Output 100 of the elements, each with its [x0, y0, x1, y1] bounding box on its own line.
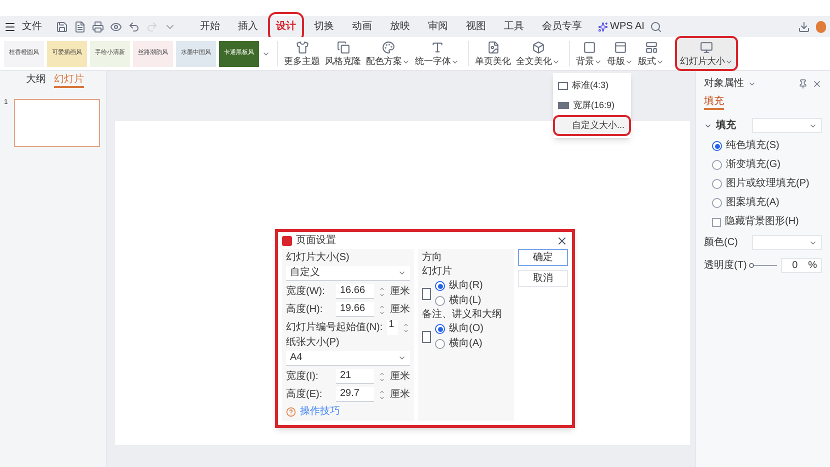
radio-button[interactable]: [712, 198, 722, 208]
panel-tab[interactable]: 填充: [704, 97, 724, 110]
unit-label: 厘米: [390, 372, 410, 382]
ribbon-tab[interactable]: 会员专享: [536, 18, 588, 36]
field-label: 透明度(T): [704, 260, 747, 270]
close-icon[interactable]: [812, 79, 822, 89]
shirt-icon: [296, 41, 308, 54]
avatar[interactable]: [816, 20, 826, 32]
number-field[interactable]: 29.7: [336, 387, 374, 402]
menu-item[interactable]: 标准(4:3): [555, 77, 629, 94]
number-field[interactable]: 1: [386, 320, 398, 335]
file-menu[interactable]: 文件: [22, 22, 42, 32]
download-icon[interactable]: [798, 20, 810, 32]
ribbon-button[interactable]: 版式: [636, 41, 666, 66]
undo-icon[interactable]: [128, 20, 140, 32]
ok-button[interactable]: 确定: [518, 249, 568, 266]
section-label: 方向: [422, 253, 443, 263]
page-icon: [486, 41, 500, 54]
radio-button[interactable]: [712, 179, 722, 189]
ribbon-button[interactable]: 全文美化: [514, 41, 562, 66]
radio-button[interactable]: [435, 296, 445, 306]
close-icon[interactable]: [556, 234, 568, 246]
pin-icon[interactable]: [798, 79, 808, 89]
slide-size-button[interactable]: 幻灯片大小: [677, 38, 736, 69]
radio-label: 渐变填充(G): [726, 160, 780, 170]
paper-size-select[interactable]: A4: [286, 351, 410, 366]
number-field[interactable]: 16.66: [336, 284, 374, 299]
spinner-icon[interactable]: [378, 304, 386, 316]
field-label: 宽度(I):: [286, 372, 320, 382]
section-label: 纸张大小(P): [286, 338, 340, 348]
save-icon[interactable]: [56, 20, 68, 32]
menu-item-label: 宽屏(16:9): [573, 101, 615, 110]
ribbon-tab[interactable]: 开始: [194, 18, 226, 36]
radio-button[interactable]: [435, 324, 445, 334]
dialog-title: 页面设置: [296, 236, 337, 246]
document-icon[interactable]: [74, 20, 86, 32]
ribbon-button[interactable]: 统一字体: [413, 41, 461, 66]
app-logo-icon: [282, 236, 292, 246]
menu-item-label: 自定义大小...: [572, 121, 625, 130]
number-field[interactable]: 19.66: [336, 302, 374, 317]
menu-item[interactable]: 自定义大小...: [555, 117, 629, 134]
group-label: 备注、讲义和大纲: [422, 310, 503, 320]
tips-link[interactable]: 操作技巧: [300, 407, 340, 417]
ribbon-tab[interactable]: 插入: [232, 18, 264, 36]
ribbon-button[interactable]: 单页美化: [473, 41, 513, 66]
ai-tab[interactable]: WPS AI: [598, 22, 644, 32]
ribbon-button[interactable]: 背景: [574, 41, 604, 66]
radio-label: 纵向(O): [449, 324, 484, 334]
sparkle-icon: [598, 22, 608, 32]
ribbon-button[interactable]: 更多主题: [282, 41, 322, 66]
spinner-icon[interactable]: [402, 322, 410, 334]
ribbon-tab[interactable]: 设计: [270, 14, 302, 40]
ribbon-tab[interactable]: 动画: [346, 18, 378, 36]
ribbon-tab[interactable]: 工具: [498, 18, 530, 36]
group-label: 幻灯片: [422, 267, 453, 277]
ribbon-tab[interactable]: 切换: [308, 18, 340, 36]
radio-label: 横向(L): [449, 296, 482, 306]
spinner-icon[interactable]: [378, 286, 386, 298]
slider-thumb[interactable]: [748, 263, 754, 268]
radio-button[interactable]: [712, 141, 722, 151]
radio-button[interactable]: [712, 160, 722, 170]
copy-icon: [336, 41, 350, 54]
menu-item[interactable]: 宽屏(16:9): [555, 97, 629, 114]
slide-size-select[interactable]: 自定义: [286, 266, 410, 281]
radio-button[interactable]: [435, 339, 445, 349]
radio-button[interactable]: [435, 281, 445, 291]
ribbon-tab[interactable]: 放映: [384, 18, 416, 36]
unit-label: 厘米: [390, 286, 410, 296]
ribbon-tab[interactable]: 审阅: [422, 18, 454, 36]
radio-label: 横向(A): [449, 339, 482, 349]
panel-tab[interactable]: 大纲: [26, 74, 46, 88]
ribbon-tab[interactable]: 视图: [460, 18, 492, 36]
search-icon[interactable]: [650, 20, 662, 32]
standard-ratio-icon: [558, 82, 568, 90]
preview-icon[interactable]: [110, 20, 122, 32]
radio-label: 图案填充(A): [726, 198, 780, 208]
color-select[interactable]: [752, 235, 822, 250]
checkbox[interactable]: [712, 218, 721, 226]
field-label: 高度(E):: [286, 390, 324, 400]
palette-icon: [382, 41, 394, 54]
ribbon-button[interactable]: 风格克隆: [323, 41, 363, 66]
spinner-icon[interactable]: [378, 370, 386, 382]
ribbon-button[interactable]: 母版: [605, 41, 635, 66]
radio-label: 纵向(R): [449, 281, 483, 291]
cancel-button[interactable]: 取消: [518, 270, 568, 287]
unit-label: 厘米: [390, 304, 410, 314]
field-label: 高度(H):: [286, 304, 324, 314]
ribbon-button[interactable]: 配色方案: [364, 41, 412, 66]
page-orientation-icon: [422, 330, 431, 342]
spinner-icon[interactable]: [378, 388, 386, 400]
help-icon: [286, 407, 296, 417]
menu-icon[interactable]: [4, 20, 16, 32]
checkbox-label: 隐藏背景图形(H): [725, 217, 799, 227]
transparency-field[interactable]: 0 %: [780, 258, 822, 273]
slide-thumbnail[interactable]: [14, 99, 100, 147]
number-field[interactable]: 21: [336, 369, 374, 384]
cube-icon: [532, 41, 544, 54]
printer-icon[interactable]: [92, 20, 104, 32]
wide-ratio-icon: [558, 102, 569, 109]
page-orientation-icon: [422, 288, 431, 300]
